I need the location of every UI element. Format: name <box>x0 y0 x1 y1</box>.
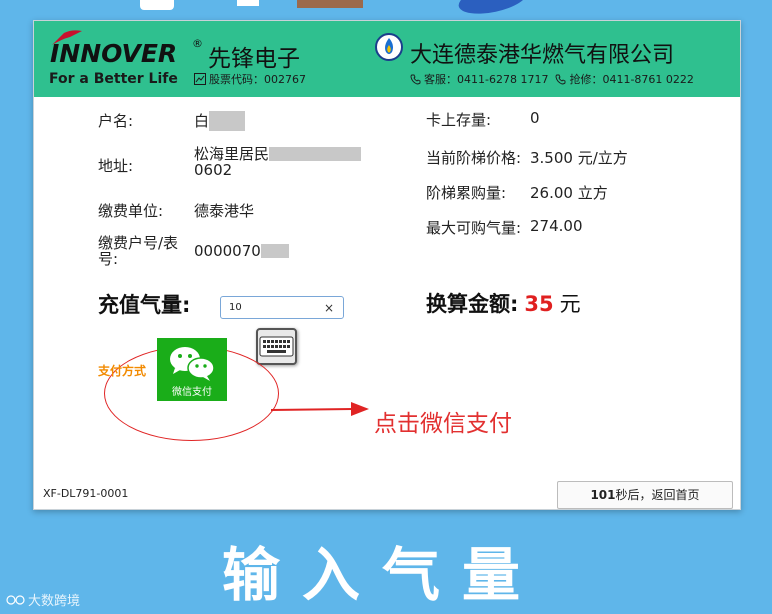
keyboard-icon[interactable] <box>256 328 297 365</box>
contact-info: 客服：0411-6278 1717 抢修：0411-8761 0222 <box>410 71 694 87</box>
device-code: XF-DL791-0001 <box>43 487 129 500</box>
registered-mark: ® <box>192 37 203 50</box>
decor-shape <box>297 0 363 8</box>
account-number-label: 缴费户号/表 号: <box>98 235 178 267</box>
tier-price-label: 当前阶梯价格: <box>426 149 522 167</box>
wechat-pay-label: 微信支付 <box>172 387 212 398</box>
brand-chinese-name: 先锋电子 <box>208 46 300 72</box>
privacy-mask <box>209 110 246 131</box>
banner-title: 输入气量 <box>222 541 543 609</box>
max-purchase-label: 最大可购气量: <box>426 219 522 237</box>
chart-icon <box>194 73 206 85</box>
countdown-seconds: 101 <box>590 488 616 502</box>
tier-cumulative-label: 阶梯累购量: <box>426 184 507 202</box>
payment-method-label: 支付方式 <box>98 364 147 378</box>
account-name-value: 白 <box>194 110 246 131</box>
phone-icon <box>410 74 421 84</box>
privacy-mask <box>269 147 362 161</box>
stock-code-text: 股票代码：002767 <box>209 73 306 86</box>
decor-shape <box>456 0 530 19</box>
address-line-1: 松海里居民 <box>194 145 270 163</box>
watermark-text: 大数跨境 <box>28 594 81 609</box>
max-purchase-value: 274.00 <box>530 217 583 235</box>
tier-cumulative-value: 26.00 立方 <box>530 184 608 202</box>
stock-code: 股票代码：002767 <box>194 71 306 87</box>
tier-price-value: 3.500 元/立方 <box>530 149 628 167</box>
watermark-logo-icon <box>6 594 25 605</box>
clear-input-icon[interactable]: × <box>324 301 334 315</box>
recharge-label: 充值气量: <box>98 293 191 317</box>
converted-amount-label: 换算金额: <box>426 292 519 316</box>
billing-unit-label: 缴费单位: <box>98 202 164 220</box>
privacy-mask <box>260 244 289 258</box>
return-home-button[interactable]: 101秒后，返回首页 <box>557 481 733 509</box>
brand-logo-text: INNOVER <box>50 39 178 68</box>
account-number-label-line-2: 号: <box>98 250 119 268</box>
wechat-icon <box>170 347 215 381</box>
gas-flame-logo-icon <box>375 33 403 61</box>
account-number-text: 0000070 <box>194 242 261 260</box>
address-line-2: 0602 <box>194 161 233 179</box>
billing-unit-value: 德泰港华 <box>194 202 255 220</box>
account-number-label-line-1: 缴费户号/表 <box>98 234 179 252</box>
card-balance-value: 0 <box>530 109 540 127</box>
slogan: For a Better Life <box>49 71 178 87</box>
account-number-value: 0000070 <box>194 242 289 260</box>
card-balance-label: 卡上存量: <box>426 111 492 129</box>
company-name: 大连德泰港华燃气有限公司 <box>410 43 675 68</box>
service-phone: 客服：0411-6278 1717 <box>424 73 549 86</box>
phone-icon <box>556 74 566 84</box>
wechat-pay-button[interactable]: 微信支付 <box>157 338 227 401</box>
converted-amount-unit: 元 <box>559 292 581 316</box>
converted-amount: 换算金额: 35 元 <box>426 288 581 318</box>
arrow-right-icon <box>270 402 369 416</box>
address-label: 地址: <box>98 157 134 175</box>
address-value: 松海里居民 0602 <box>194 145 362 179</box>
repair-phone: 抢修：0411-8761 0222 <box>569 73 694 86</box>
return-home-text: 秒后，返回首页 <box>615 488 700 502</box>
decor-shape <box>140 0 174 10</box>
watermark: 大数跨境 <box>6 590 80 609</box>
decor-shape <box>237 0 259 6</box>
account-name-label: 户名: <box>98 112 134 130</box>
wechat-pay-hint: 点击微信支付 <box>374 411 512 437</box>
converted-amount-value: 35 <box>524 292 554 316</box>
account-name-text: 白 <box>194 112 210 130</box>
payment-card: INNOVER ® 先锋电子 For a Better Life 股票代码：00… <box>33 20 741 510</box>
header-bar: INNOVER ® 先锋电子 For a Better Life 股票代码：00… <box>34 21 740 97</box>
